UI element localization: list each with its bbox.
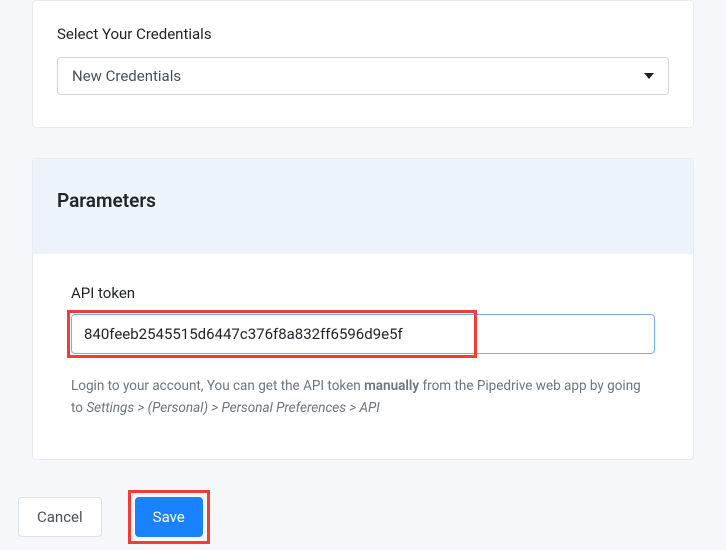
- help-prefix: Login to your account, You can get the A…: [71, 378, 364, 394]
- chevron-down-icon: [644, 73, 654, 79]
- help-bold: manually: [364, 378, 419, 394]
- credentials-label: Select Your Credentials: [57, 25, 669, 43]
- cancel-button[interactable]: Cancel: [18, 497, 102, 537]
- parameters-card: Parameters API token Login to your accou…: [32, 158, 694, 460]
- save-button[interactable]: Save: [135, 497, 203, 537]
- api-token-label: API token: [71, 284, 655, 302]
- parameters-header: Parameters: [33, 159, 693, 254]
- parameters-title: Parameters: [57, 189, 669, 212]
- highlight-box-save: Save: [128, 490, 210, 544]
- api-token-input[interactable]: [71, 314, 655, 354]
- footer: Cancel Save: [18, 490, 210, 544]
- api-token-help-text: Login to your account, You can get the A…: [71, 376, 655, 419]
- parameters-body: API token Login to your account, You can…: [33, 254, 693, 459]
- credentials-select[interactable]: New Credentials: [57, 57, 669, 95]
- credentials-card: Select Your Credentials New Credentials: [32, 0, 694, 128]
- help-path: Settings > (Personal) > Personal Prefere…: [86, 400, 380, 416]
- credentials-selected-value: New Credentials: [72, 67, 181, 85]
- api-token-row: [71, 314, 655, 354]
